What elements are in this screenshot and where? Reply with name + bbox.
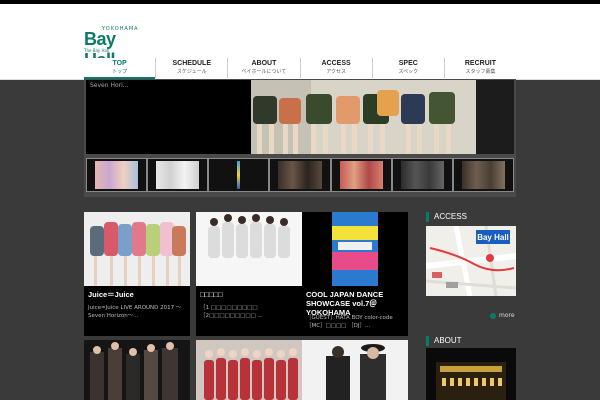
event-card[interactable]: Juice＝Juice Juice=Juice LIVE AROUND 2017… <box>84 212 190 336</box>
event-title: Juice＝Juice <box>88 290 134 299</box>
hero-slider: Seven Hori... <box>84 79 516 197</box>
event-image <box>302 212 408 286</box>
about-heading: ABOUT <box>426 336 516 346</box>
more-link[interactable]: more <box>490 312 515 319</box>
nav-label-en: ACCESS <box>321 60 351 67</box>
event-card[interactable] <box>302 340 408 400</box>
nav-item-spec[interactable]: SPEC スペック <box>371 58 444 78</box>
nav-label-jp: アクセス <box>326 69 346 75</box>
event-title: □□□□□ <box>200 290 223 299</box>
access-map[interactable]: Bay Hall <box>426 226 516 296</box>
nav-label-en: ABOUT <box>251 60 277 67</box>
event-image <box>196 212 302 286</box>
nav-label-jp: トップ <box>112 69 128 75</box>
sidebar: ACCESS Bay Hall more ABOUT <box>426 212 516 400</box>
event-title: COOL JAPAN DANCE SHOWCASE vol.7＠YOKOHAMA <box>306 290 384 317</box>
site-logo[interactable]: YOKOHAMA Bay Hall The Bay Hall <box>84 26 144 70</box>
event-image <box>84 340 190 400</box>
logo-sub-text: The Bay Hall <box>84 48 110 53</box>
nav-item-about[interactable]: ABOUT ベイホールについて <box>227 58 300 78</box>
access-heading: ACCESS <box>426 212 516 222</box>
slider-thumbnail[interactable] <box>331 159 391 191</box>
nav-label-en: RECRUIT <box>464 60 496 67</box>
nav-label-jp: スペック <box>398 69 419 75</box>
event-card[interactable] <box>196 340 302 400</box>
event-image <box>84 212 190 286</box>
slider-thumbnail[interactable] <box>87 159 147 191</box>
main-nav: TOP トップ SCHEDULE スケジュール ABOUT ベイホールについて … <box>84 58 517 80</box>
slider-thumbnails <box>86 158 514 192</box>
slide-photo <box>251 80 476 154</box>
nav-item-recruit[interactable]: RECRUIT スタッフ募集 <box>443 58 517 78</box>
nav-label-en: SPEC <box>398 60 418 67</box>
slider-thumbnail[interactable] <box>453 159 513 191</box>
event-card[interactable] <box>84 340 190 400</box>
more-label: more <box>499 312 515 319</box>
slide-main[interactable]: Seven Hori... <box>86 80 514 154</box>
event-description: ［GUEST］HATA BOY color-code ［MC］□□□□ ［DJ］… <box>306 315 393 329</box>
nav-label-jp: スタッフ募集 <box>465 69 496 75</box>
slider-thumbnail[interactable] <box>148 159 208 191</box>
nav-item-schedule[interactable]: SCHEDULE スケジュール <box>155 58 228 78</box>
nav-item-access[interactable]: ACCESS アクセス <box>299 58 372 78</box>
event-card[interactable]: COOL JAPAN DANCE SHOWCASE vol.7＠YOKOHAMA… <box>302 212 408 336</box>
nav-item-top[interactable]: TOP トップ <box>84 58 156 80</box>
about-image[interactable] <box>426 348 516 400</box>
event-description: Juice=Juice LIVE AROUND 2017 ～Seven Hori… <box>88 305 182 319</box>
map-label: Bay Hall <box>477 233 509 242</box>
event-card[interactable]: □□□□□ ［1 □□□□□□□□□ ［2□□□□□□□□□ ... <box>196 212 302 336</box>
event-image <box>196 340 302 400</box>
slider-thumbnail[interactable] <box>209 159 269 191</box>
slide-caption: Seven Hori... <box>90 82 129 89</box>
nav-label-jp: ベイホールについて <box>241 69 287 75</box>
event-grid: Juice＝Juice Juice=Juice LIVE AROUND 2017… <box>84 212 414 400</box>
slider-thumbnail[interactable] <box>270 159 330 191</box>
slide-right-shadow <box>476 80 514 154</box>
nav-label-en: SCHEDULE <box>172 60 212 67</box>
circle-arrow-icon <box>490 312 496 319</box>
nav-label-jp: スケジュール <box>176 69 207 75</box>
nav-label-en: TOP <box>112 60 127 67</box>
slider-thumbnail[interactable] <box>392 159 452 191</box>
event-image <box>302 340 408 400</box>
event-description: ［1 □□□□□□□□□ ［2□□□□□□□□□ ... <box>200 305 263 319</box>
